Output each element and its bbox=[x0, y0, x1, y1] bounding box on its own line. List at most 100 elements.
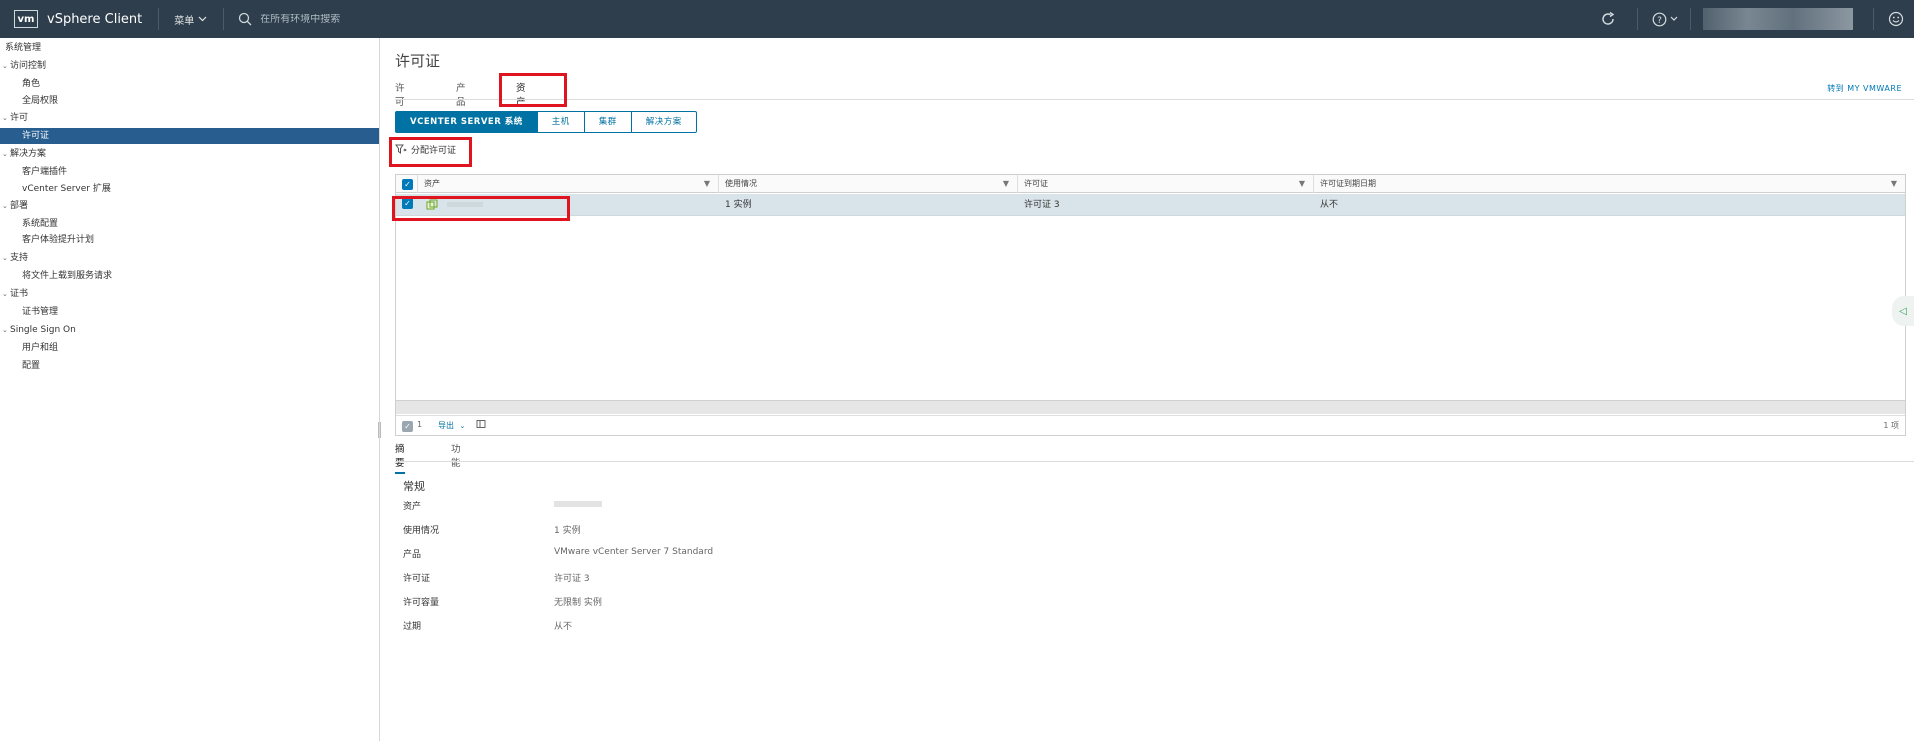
sidebar-item-label: 部署 bbox=[10, 201, 29, 211]
footer-selected-count: 1 bbox=[417, 420, 423, 429]
sidebar-item-client-plugins[interactable]: 客户端插件 bbox=[0, 164, 379, 180]
sidebar-item-label: 支持 bbox=[10, 253, 29, 263]
sidebar-item-solutions[interactable]: ⌄ 解决方案 bbox=[0, 146, 379, 162]
user-menu[interactable] bbox=[1703, 8, 1853, 30]
caret-down-icon[interactable]: ⌄ bbox=[2, 146, 8, 162]
caret-down-icon[interactable]: ⌄ bbox=[2, 198, 8, 214]
tab-summary[interactable]: 摘要 bbox=[395, 441, 405, 474]
sidebar-item-label: 角色 bbox=[22, 79, 41, 89]
sidebar-item-label: vCenter Server 扩展 bbox=[22, 184, 111, 194]
filter-icon[interactable]: ▼ bbox=[1299, 175, 1305, 193]
sidebar-item-label: 证书 bbox=[10, 289, 29, 299]
column-toggle-icon[interactable] bbox=[476, 419, 486, 431]
refresh-icon[interactable] bbox=[1599, 10, 1617, 28]
menu-button-label: 菜单 bbox=[174, 15, 195, 27]
segment-hosts[interactable]: 主机 bbox=[538, 112, 585, 132]
prop-label-license: 许可证 bbox=[403, 574, 431, 584]
column-header-expiration[interactable]: 许可证到期日期 ▼ bbox=[1314, 175, 1905, 193]
table-row[interactable]: ✓ 1 实例 许可证 3 从不 bbox=[396, 194, 1905, 216]
caret-down-icon[interactable]: ⌄ bbox=[2, 58, 8, 74]
sidebar-item-users-groups[interactable]: 用户和组 bbox=[0, 340, 379, 356]
sidebar-item-label: 系统配置 bbox=[22, 219, 59, 229]
sidebar-item-deployment[interactable]: ⌄ 部署 bbox=[0, 198, 379, 214]
asset-type-segmented-control: VCENTER SERVER 系统 主机 集群 解决方案 bbox=[395, 111, 697, 133]
sidebar-item-licensing[interactable]: ⌄ 许可 bbox=[0, 110, 379, 126]
sidebar-item-licenses[interactable]: 许可证 bbox=[0, 128, 379, 144]
header-actions: ? bbox=[1599, 0, 1914, 38]
prop-value-license: 许可证 3 bbox=[554, 574, 590, 584]
filter-icon[interactable]: ▼ bbox=[704, 175, 710, 193]
header-divider bbox=[158, 8, 160, 30]
prop-label-product: 产品 bbox=[403, 550, 422, 560]
global-search[interactable] bbox=[238, 12, 481, 26]
sidebar-item-label: 证书管理 bbox=[22, 307, 59, 317]
top-header: vm vSphere Client 菜单 ? bbox=[0, 0, 1914, 38]
detail-tabs-divider bbox=[395, 461, 1914, 462]
sidebar-item-vcenter-extensions[interactable]: vCenter Server 扩展 bbox=[0, 181, 379, 197]
menu-button[interactable]: 菜单 bbox=[174, 12, 207, 27]
caret-down-icon[interactable]: ⌄ bbox=[2, 322, 8, 338]
column-header-usage[interactable]: 使用情况 ▼ bbox=[719, 175, 1018, 193]
search-input[interactable] bbox=[260, 13, 481, 25]
help-icon[interactable]: ? bbox=[1652, 12, 1678, 27]
prop-label-expiration: 过期 bbox=[403, 622, 422, 632]
filter-icon[interactable]: ▼ bbox=[1003, 175, 1009, 193]
my-vmware-link[interactable]: 转到 MY VMWARE bbox=[1827, 83, 1902, 94]
prop-label-usage: 使用情况 bbox=[403, 526, 440, 536]
sidebar-item-label: 客户体验提升计划 bbox=[22, 235, 95, 245]
highlight-box-asset-row bbox=[392, 196, 570, 221]
side-panel-toggle-icon[interactable]: ◁ bbox=[1892, 296, 1914, 326]
app-title[interactable]: vSphere Client bbox=[47, 12, 142, 27]
sidebar-item-upload-file[interactable]: 将文件上载到服务请求 bbox=[0, 268, 379, 284]
header-divider bbox=[1637, 8, 1638, 30]
sidebar-item-sso[interactable]: ⌄ Single Sign On bbox=[0, 322, 379, 338]
column-header-label: 许可证 bbox=[1024, 179, 1048, 188]
sidebar-item-label: 解决方案 bbox=[10, 149, 47, 159]
chevron-down-icon: ⌄ bbox=[459, 422, 466, 430]
search-icon bbox=[239, 12, 252, 26]
header-divider bbox=[223, 8, 225, 30]
sidebar-item-certificates[interactable]: ⌄ 证书 bbox=[0, 286, 379, 302]
sidebar-item-label: 配置 bbox=[22, 361, 41, 371]
sidebar-item-sso-config[interactable]: 配置 bbox=[0, 358, 379, 374]
caret-down-icon[interactable]: ⌄ bbox=[2, 110, 8, 126]
segment-clusters[interactable]: 集群 bbox=[585, 112, 632, 132]
prop-value-product: VMware vCenter Server 7 Standard bbox=[554, 547, 714, 557]
export-button[interactable]: 导出 ⌄ bbox=[438, 420, 465, 431]
vmware-logo[interactable]: vm bbox=[14, 10, 38, 28]
column-header-asset[interactable]: 资产 ▼ bbox=[418, 175, 719, 193]
sidebar-item-global-permissions[interactable]: 全局权限 bbox=[0, 93, 379, 109]
sidebar-item-label: 访问控制 bbox=[10, 61, 47, 71]
sidebar-item-cert-management[interactable]: 证书管理 bbox=[0, 304, 379, 320]
sidebar-item-access-control[interactable]: ⌄ 访问控制 bbox=[0, 58, 379, 74]
column-header-license[interactable]: 许可证 ▼ bbox=[1018, 175, 1314, 193]
assets-datagrid: ✓ 资产 ▼ 使用情况 ▼ 许可证 ▼ 许可证到期日期 ▼ ✓ 1 实例 许可证… bbox=[395, 174, 1906, 436]
caret-down-icon[interactable]: ⌄ bbox=[2, 286, 8, 302]
chevron-down-icon bbox=[1670, 16, 1678, 21]
cell-license[interactable]: 许可证 3 bbox=[1018, 194, 1314, 216]
select-all-checkbox[interactable]: ✓ bbox=[402, 179, 413, 190]
admin-sidebar: 系统管理 ⌄ 访问控制 角色 全局权限 ⌄ 许可 许可证 ⌄ 解决方案 客户端插件 v… bbox=[0, 38, 381, 741]
feedback-smiley-icon[interactable] bbox=[1888, 11, 1904, 27]
prop-value-usage: 1 实例 bbox=[554, 526, 581, 536]
sidebar-item-support[interactable]: ⌄ 支持 bbox=[0, 250, 379, 266]
sidebar-item-system-config[interactable]: 系统配置 bbox=[0, 216, 379, 232]
page-title: 许可证 bbox=[395, 52, 441, 70]
caret-down-icon[interactable]: ⌄ bbox=[2, 250, 8, 266]
horizontal-scrollbar[interactable] bbox=[396, 400, 1905, 414]
sidebar-item-label: 将文件上载到服务请求 bbox=[22, 271, 113, 281]
tab-products[interactable]: 产品 bbox=[456, 80, 466, 108]
tab-features[interactable]: 功能 bbox=[451, 441, 461, 469]
column-header-label: 许可证到期日期 bbox=[1320, 179, 1376, 188]
prop-label-asset: 资产 bbox=[403, 502, 422, 512]
tabs-divider bbox=[395, 99, 1914, 100]
sidebar-item-roles[interactable]: 角色 bbox=[0, 76, 379, 92]
header-divider bbox=[1690, 8, 1691, 30]
sidebar-item-admin[interactable]: 系统管理 bbox=[0, 40, 379, 56]
segment-vcenter-systems[interactable]: VCENTER SERVER 系统 bbox=[396, 112, 538, 132]
export-label: 导出 bbox=[438, 421, 454, 430]
filter-icon[interactable]: ▼ bbox=[1891, 175, 1897, 193]
prop-label-capacity: 许可容量 bbox=[403, 598, 440, 608]
segment-solutions[interactable]: 解决方案 bbox=[632, 112, 696, 132]
sidebar-item-ceip[interactable]: 客户体验提升计划 bbox=[0, 232, 379, 248]
